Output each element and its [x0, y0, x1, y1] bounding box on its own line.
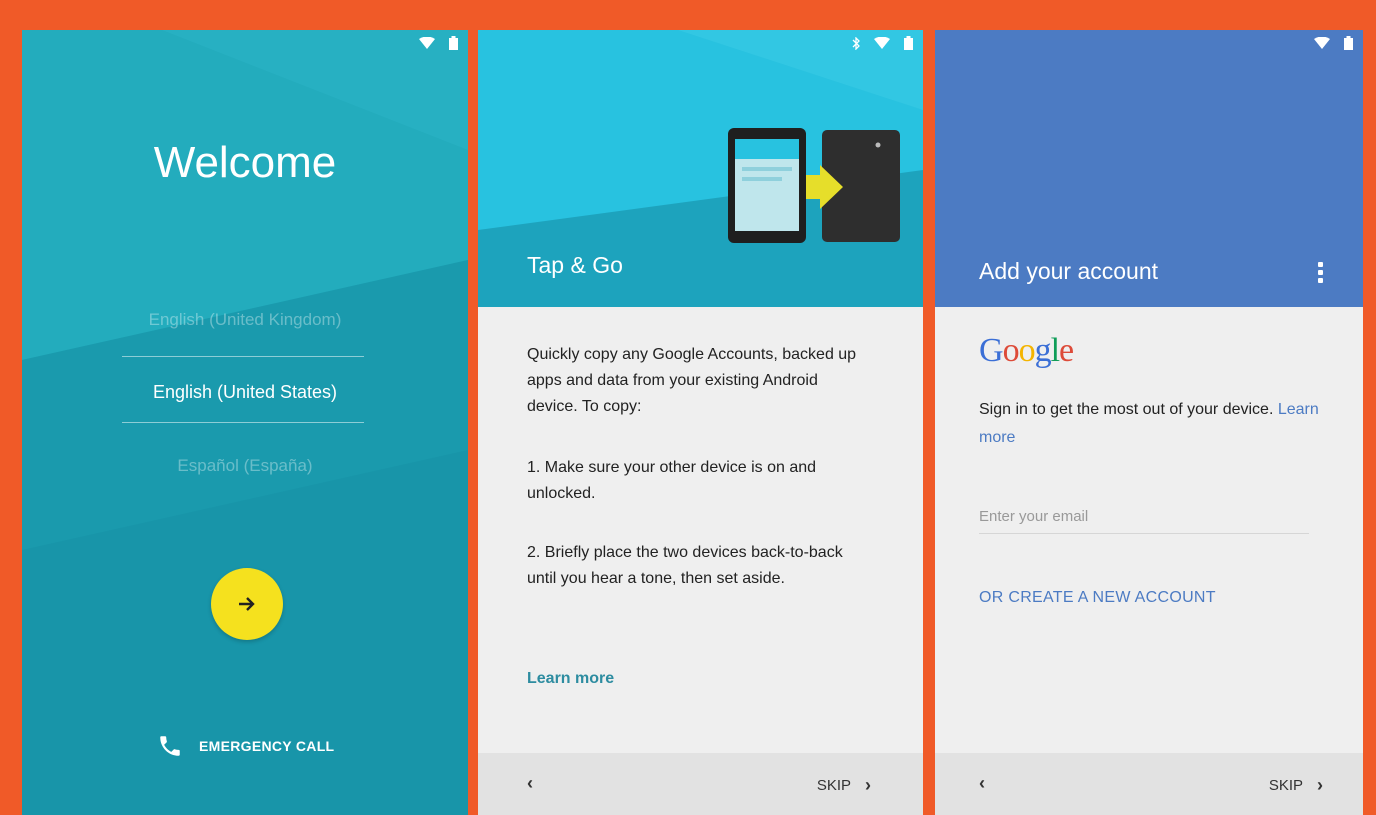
language-option[interactable]: Español (España) — [22, 456, 468, 476]
language-selected[interactable]: English (United States) — [22, 382, 468, 403]
step-2-text: 2. Briefly place the two devices back-to… — [527, 544, 843, 587]
bottom-nav: ‹ SKIP › — [935, 753, 1363, 815]
divider — [122, 356, 364, 357]
language-option[interactable]: English (United Kingdom) — [22, 310, 468, 330]
step-1-text: 1. Make sure your other device is on and… — [527, 459, 817, 502]
battery-icon — [449, 36, 458, 50]
tap-and-go-header: Tap & Go — [478, 30, 923, 307]
tap-and-go-screen: Tap & Go Quickly copy any Google Account… — [478, 30, 923, 815]
devices-illustration-icon — [728, 128, 900, 243]
add-account-screen: Add your account Google Sign in to get t… — [935, 30, 1363, 815]
battery-icon — [1344, 36, 1353, 50]
bottom-nav: ‹ SKIP › — [478, 753, 923, 815]
wifi-icon — [874, 37, 890, 49]
description-text: Sign in to get the most out of your devi… — [979, 401, 1274, 418]
skip-label: SKIP — [1268, 777, 1303, 794]
page-title: Add your account — [979, 258, 1159, 284]
sign-in-description: Sign in to get the most out of your devi… — [979, 396, 1319, 452]
status-bar — [852, 36, 913, 50]
intro-text: Quickly copy any Google Accounts, backed… — [527, 346, 857, 415]
arrow-right-icon — [239, 597, 255, 611]
skip-button[interactable]: SKIP › — [817, 775, 871, 796]
chevron-right-icon: › — [865, 775, 871, 795]
welcome-title: Welcome — [153, 138, 337, 187]
status-bar — [419, 36, 458, 50]
bluetooth-icon — [852, 36, 860, 50]
wifi-icon — [419, 37, 435, 49]
add-account-header: Add your account — [935, 30, 1363, 307]
back-button[interactable]: ‹ — [979, 773, 985, 794]
overflow-menu-icon[interactable] — [1318, 262, 1323, 283]
phone-icon — [160, 736, 180, 756]
divider — [122, 422, 364, 423]
google-logo: Google — [979, 332, 1074, 369]
emergency-call-button[interactable]: EMERGENCY CALL — [157, 733, 334, 759]
skip-label: SKIP — [816, 777, 851, 794]
back-button[interactable]: ‹ — [527, 773, 533, 794]
learn-more-link[interactable]: Learn more — [527, 670, 614, 688]
battery-icon — [904, 36, 913, 50]
email-field[interactable] — [979, 500, 1309, 534]
next-button[interactable] — [211, 568, 283, 640]
wifi-icon — [1314, 37, 1330, 49]
welcome-screen: Welcome English (United Kingdom) English… — [22, 30, 468, 815]
page-title: Tap & Go — [527, 252, 623, 278]
emergency-call-label: EMERGENCY CALL — [199, 738, 335, 754]
status-bar — [1314, 36, 1353, 50]
chevron-right-icon: › — [1317, 775, 1323, 795]
skip-button[interactable]: SKIP › — [1269, 775, 1323, 796]
create-account-link[interactable]: OR CREATE A NEW ACCOUNT — [979, 589, 1216, 607]
